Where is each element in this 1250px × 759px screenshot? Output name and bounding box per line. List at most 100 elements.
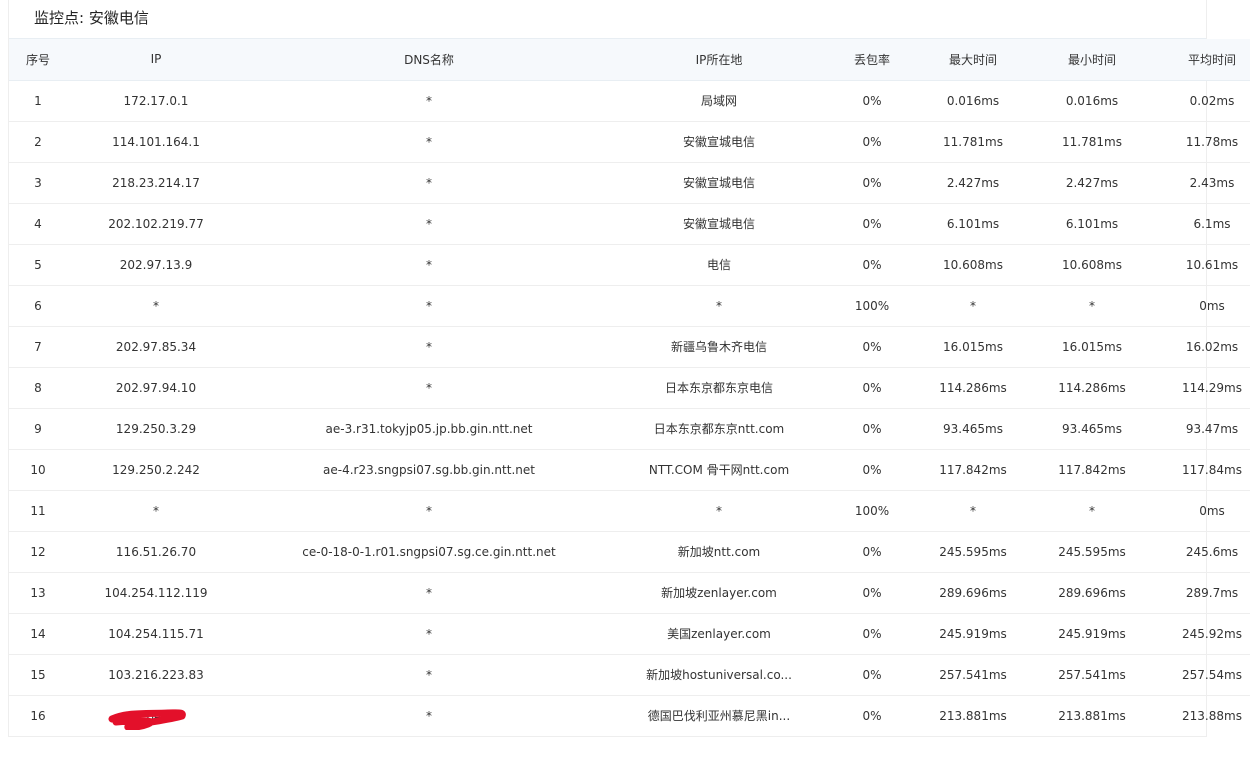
cell-ip: 116.51.26.70 xyxy=(67,531,245,573)
table-row: 7 202.97.85.34 * 新疆乌鲁木齐电信 0% 16.015ms 16.015ms… xyxy=(9,326,1250,368)
cell-ip: 104.254.115.71 xyxy=(67,613,245,655)
table-row: 2 114.101.164.1 * 安徽宣城电信 0% 11.781ms 11.781ms 1… xyxy=(9,121,1250,163)
cell-dns: ce-0-18-0-1.r01.sngpsi07.sg.ce.gin.ntt.n… xyxy=(245,531,613,573)
cell-min-time: * xyxy=(1027,285,1157,327)
cell-dns: * xyxy=(426,708,432,723)
cell-index: 3 xyxy=(9,162,67,204)
table-body: 1 172.17.0.1 * 局域网 0% 0.016ms 0.016ms 0.02ms 2 11… xyxy=(9,80,1250,736)
cell-index: 11 xyxy=(9,490,67,532)
cell-avg-time: 11.78ms xyxy=(1157,121,1250,163)
table-row: 15 103.216.223.83 * 新加坡hostuniversal.co... 0… xyxy=(9,654,1250,696)
col-header-max-time[interactable]: 最大时间 xyxy=(919,39,1027,81)
cell-min-time: 11.781ms xyxy=(1027,121,1157,163)
cell-loss: 0% xyxy=(825,121,919,163)
cell-ip: 202.102.219.77 xyxy=(67,203,245,245)
col-header-ip[interactable]: IP xyxy=(67,39,245,81)
cell-min-time: 2.427ms xyxy=(1027,162,1157,204)
table-row: 1 172.17.0.1 * 局域网 0% 0.016ms 0.016ms 0.02ms xyxy=(9,80,1250,122)
cell-max-time: 114.286ms xyxy=(919,367,1027,409)
cell-min-time: 114.286ms xyxy=(1027,367,1157,409)
cell-loss: 0% xyxy=(825,531,919,573)
cell-dns: ae-4.r23.sngpsi07.sg.bb.gin.ntt.net xyxy=(245,449,613,491)
traceroute-table: 序号 IP DNS名称 IP所在地 丢包率 最大时间 最小时间 平均时间 1 17… xyxy=(9,39,1250,736)
cell-avg-time: 16.02ms xyxy=(1157,326,1250,368)
cell-loss: 0% xyxy=(825,203,919,245)
cell-loss: 0% xyxy=(825,613,919,655)
cell-index: 2 xyxy=(9,121,67,163)
table-row: 9 129.250.3.29 ae-3.r31.tokyjp05.jp.bb.gin… xyxy=(9,408,1250,450)
cell-dns: * xyxy=(245,244,613,286)
cell-loss: 0% xyxy=(825,80,919,122)
cell-max-time: 245.919ms xyxy=(919,613,1027,655)
cell-location: 安徽宣城电信 xyxy=(613,121,825,163)
cell-ip: * xyxy=(67,285,245,327)
cell-avg-time: 6.1ms xyxy=(1157,203,1250,245)
cell-loss: 100% xyxy=(825,490,919,532)
cell-location: * xyxy=(613,285,825,327)
cell-avg-time: 213.88ms xyxy=(1182,708,1242,723)
cell-dns: * xyxy=(245,285,613,327)
col-header-avg-time[interactable]: 平均时间 xyxy=(1157,39,1250,81)
cell-loss: 100% xyxy=(825,285,919,327)
cell-ip: 114.101.164.1 xyxy=(67,121,245,163)
cell-index: 8 xyxy=(9,367,67,409)
cell-loss: 0% xyxy=(825,326,919,368)
table-row: 14 104.254.115.71 * 美国zenlayer.com 0% 245.919… xyxy=(9,613,1250,655)
cell-index: 16 xyxy=(30,708,46,723)
cell-index: 6 xyxy=(9,285,67,327)
cell-ip: 202.97.94.10 xyxy=(67,367,245,409)
cell-index: 7 xyxy=(9,326,67,368)
cell-max-time: 16.015ms xyxy=(919,326,1027,368)
cell-index: 4 xyxy=(9,203,67,245)
cell-min-time: 10.608ms xyxy=(1027,244,1157,286)
col-header-min-time[interactable]: 最小时间 xyxy=(1027,39,1157,81)
cell-index: 5 xyxy=(9,244,67,286)
table-row: 13 104.254.112.119 * 新加坡zenlayer.com 0% 289.6… xyxy=(9,572,1250,614)
cell-avg-time: 0ms xyxy=(1157,285,1250,327)
col-header-index[interactable]: 序号 xyxy=(9,39,67,81)
table-row: 4 202.102.219.77 * 安徽宣城电信 0% 6.101ms 6.101ms 6.… xyxy=(9,203,1250,245)
cell-loss: 0% xyxy=(825,162,919,204)
cell-avg-time: 2.43ms xyxy=(1157,162,1250,204)
cell-index: 15 xyxy=(9,654,67,696)
cell-min-time: 6.101ms xyxy=(1027,203,1157,245)
col-header-location[interactable]: IP所在地 xyxy=(613,39,825,81)
cell-ip: 172.17.0.1 xyxy=(67,80,245,122)
table-row: 11 * * * 100% * * 0ms xyxy=(9,490,1250,532)
panel-title: 监控点: 安徽电信 xyxy=(9,0,1206,39)
cell-max-time: 11.781ms xyxy=(919,121,1027,163)
cell-avg-time: 93.47ms xyxy=(1157,408,1250,450)
cell-location: 局域网 xyxy=(613,80,825,122)
cell-max-time: 245.595ms xyxy=(919,531,1027,573)
cell-avg-time: 0ms xyxy=(1157,490,1250,532)
cell-location: 新加坡zenlayer.com xyxy=(613,572,825,614)
cell-dns: * xyxy=(245,326,613,368)
cell-avg-time: 289.7ms xyxy=(1157,572,1250,614)
cell-location: 安徽宣城电信 xyxy=(613,203,825,245)
table-row: 12 116.51.26.70 ce-0-18-0-1.r01.sngpsi07.s… xyxy=(9,531,1250,573)
cell-index: 13 xyxy=(9,572,67,614)
cell-max-time: 10.608ms xyxy=(919,244,1027,286)
cell-dns: * xyxy=(245,572,613,614)
cell-dns: * xyxy=(245,490,613,532)
cell-dns: * xyxy=(245,80,613,122)
cell-max-time: 93.465ms xyxy=(919,408,1027,450)
cell-ip: 129.250.3.29 xyxy=(67,408,245,450)
col-header-dns[interactable]: DNS名称 xyxy=(245,39,613,81)
table-row: 16 84. * 德国巴伐利亚州慕尼黑in... 0% 213.881ms 213.881m… xyxy=(9,695,1250,736)
cell-location: 德国巴伐利亚州慕尼黑in... xyxy=(647,709,791,724)
col-header-loss[interactable]: 丢包率 xyxy=(825,39,919,81)
cell-dns: * xyxy=(245,613,613,655)
cell-max-time: * xyxy=(919,285,1027,327)
cell-location: 美国zenlayer.com xyxy=(613,613,825,655)
cell-min-time: 93.465ms xyxy=(1027,408,1157,450)
cell-max-time: 213.881ms xyxy=(939,708,1007,723)
cell-avg-time: 114.29ms xyxy=(1157,367,1250,409)
cell-index: 9 xyxy=(9,408,67,450)
cell-ip: * xyxy=(67,490,245,532)
cell-max-time: * xyxy=(919,490,1027,532)
cell-max-time: 257.541ms xyxy=(919,654,1027,696)
cell-dns: * xyxy=(245,367,613,409)
cell-min-time: * xyxy=(1027,490,1157,532)
cell-avg-time: 245.6ms xyxy=(1157,531,1250,573)
